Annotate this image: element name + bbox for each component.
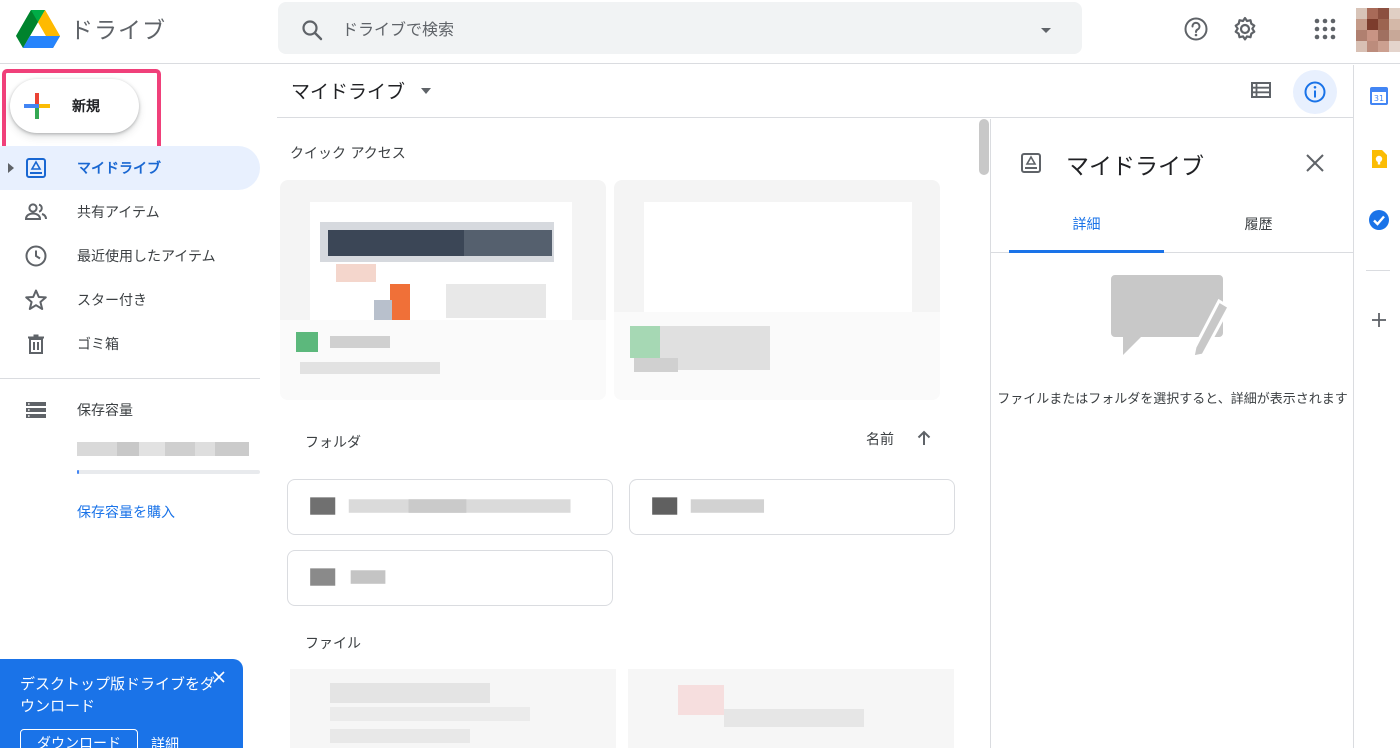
calendar-date: 31 — [1374, 94, 1384, 103]
sidebar-item-label: 共有アイテム — [77, 205, 160, 221]
expand-arrow-icon[interactable] — [6, 162, 16, 174]
calendar-icon[interactable]: 31 — [1368, 85, 1390, 107]
drive-logo-icon[interactable] — [16, 10, 60, 48]
my-drive-icon — [1021, 153, 1041, 173]
details-title: マイドライブ — [1066, 154, 1204, 180]
desktop-download-promo: デスクトップ版ドライブをダウンロード ダウンロード 詳細 — [0, 659, 243, 748]
download-button[interactable]: ダウンロード — [20, 729, 138, 748]
help-icon[interactable] — [1183, 16, 1209, 42]
promo-text: デスクトップ版ドライブをダウンロード — [20, 675, 216, 715]
sidebar-item-label: 最近使用したアイテム — [77, 249, 216, 265]
add-icon[interactable] — [1369, 310, 1389, 330]
sidebar-item-label: ゴミ箱 — [77, 337, 119, 353]
close-icon[interactable] — [212, 670, 226, 684]
folder-name-blurred — [310, 497, 571, 515]
avatar[interactable] — [1356, 8, 1400, 52]
details-toggle-button[interactable] — [1293, 70, 1337, 114]
comment-edit-illustration-icon — [1111, 275, 1232, 359]
storage-label: 保存容量 — [77, 403, 133, 419]
sidebar-item-trash[interactable]: ゴミ箱 — [0, 322, 260, 366]
chevron-down-icon[interactable] — [420, 87, 432, 95]
tasks-icon[interactable] — [1368, 209, 1390, 231]
main-toolbar: マイドライブ — [277, 65, 1353, 118]
folder-card[interactable] — [629, 479, 955, 535]
settings-icon[interactable] — [1231, 15, 1259, 43]
storage-progress-bar — [77, 470, 260, 474]
folder-name-blurred — [310, 568, 386, 586]
trash-icon — [28, 334, 44, 354]
file-card[interactable] — [628, 669, 954, 748]
sidebar-divider — [0, 378, 260, 379]
info-icon — [1304, 81, 1326, 103]
details-tabs: 詳細 履歴 — [991, 201, 1354, 253]
details-panel: マイドライブ 詳細 履歴 ファイルまたはフォルダを選択すると、詳細が表示されます — [990, 119, 1354, 748]
sidebar-item-shared[interactable]: 共有アイテム — [0, 190, 260, 234]
quick-access-card[interactable] — [614, 180, 940, 400]
recent-icon — [25, 245, 47, 267]
shared-icon — [24, 203, 47, 220]
search-icon[interactable] — [300, 18, 324, 42]
plus-icon — [24, 93, 50, 119]
file-thumbnail-blurred — [614, 180, 940, 400]
sidebar-item-storage[interactable]: 保存容量 — [0, 388, 260, 432]
storage-icon — [26, 402, 46, 418]
files-title: ファイル — [305, 636, 361, 652]
star-icon — [25, 289, 47, 310]
sidebar-item-label: マイドライブ — [77, 161, 161, 177]
new-button[interactable]: 新規 — [10, 79, 139, 133]
tab-activity[interactable]: 履歴 — [1181, 201, 1336, 253]
file-thumbnail-blurred — [280, 180, 606, 400]
breadcrumb-title[interactable]: マイドライブ — [291, 77, 405, 104]
folders-title: フォルダ — [305, 435, 361, 451]
file-thumbnail-blurred — [290, 669, 616, 748]
arrow-up-icon[interactable] — [914, 428, 934, 448]
side-apps-divider — [1366, 270, 1390, 271]
tab-details[interactable]: 詳細 — [1009, 201, 1164, 253]
folder-card[interactable] — [287, 479, 613, 535]
sidebar-item-starred[interactable]: スター付き — [0, 278, 260, 322]
storage-progress-fill — [77, 470, 79, 474]
folder-name-blurred — [652, 497, 765, 515]
app-title: ドライブ — [70, 18, 166, 44]
sidebar-item-my-drive[interactable]: マイドライブ — [0, 146, 260, 190]
sidebar-item-recent[interactable]: 最近使用したアイテム — [0, 234, 260, 278]
search-options-icon[interactable] — [1036, 20, 1056, 40]
buy-storage-link[interactable]: 保存容量を購入 — [77, 502, 175, 522]
folder-card[interactable] — [287, 550, 613, 606]
sidebar-item-label: スター付き — [77, 293, 147, 309]
apps-icon[interactable] — [1312, 16, 1338, 42]
keep-icon[interactable] — [1368, 148, 1390, 170]
new-button-label: 新規 — [72, 99, 100, 115]
close-icon[interactable] — [1304, 152, 1326, 174]
file-thumbnail-blurred — [628, 669, 954, 748]
my-drive-icon — [26, 158, 46, 178]
promo-details-link[interactable]: 詳細 — [151, 734, 179, 748]
file-card[interactable] — [290, 669, 616, 748]
side-apps-panel: 31 — [1353, 65, 1400, 748]
storage-usage-text-blurred — [77, 442, 249, 456]
scrollbar-thumb[interactable] — [979, 119, 989, 175]
quick-access-title: クイック アクセス — [290, 146, 406, 162]
sort-label[interactable]: 名前 — [866, 429, 894, 449]
details-empty-message: ファイルまたはフォルダを選択すると、詳細が表示されます — [997, 392, 1348, 407]
top-bar: ドライブ — [0, 0, 1400, 64]
list-view-icon[interactable] — [1249, 78, 1273, 102]
search-input[interactable] — [342, 14, 1002, 44]
quick-access-card[interactable] — [280, 180, 606, 400]
